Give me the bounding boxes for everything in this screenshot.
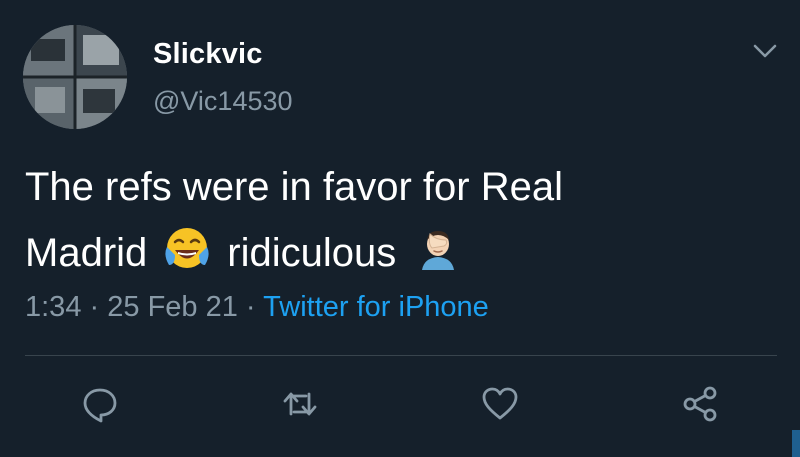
tweet-source-link[interactable]: Twitter for iPhone [263,291,489,323]
avatar-image [23,25,127,129]
reply-icon[interactable] [80,384,120,424]
tweet-meta: 1:34 · 25 Feb 21 · Twitter for iPhone [25,291,489,324]
share-icon[interactable] [680,384,720,424]
avatar[interactable] [23,25,127,129]
tweet-time: 1:34 [25,291,82,323]
heart-icon[interactable] [480,384,520,424]
tweet-date: 25 Feb 21 [107,291,238,323]
author-handle[interactable]: @Vic14530 [153,86,293,117]
meta-separator: · [245,291,256,323]
retweet-icon[interactable] [280,384,320,424]
scroll-edge-indicator [792,430,800,457]
author-name[interactable]: Slickvic [153,38,263,71]
divider [25,355,777,356]
tweet-card: Slickvic @Vic14530 The refs were in favo… [0,0,800,457]
tweet-text-line-1: The refs were in favor for Real [25,165,563,209]
person-facepalming-icon [418,226,458,280]
tweet-text-line-2: Madrid ridiculous [25,225,458,281]
face-with-tears-of-joy-icon [163,225,211,281]
chevron-down-icon[interactable] [752,42,778,60]
tweet-text-word-ridiculous: ridiculous [227,230,397,275]
tweet-text-word-madrid: Madrid [25,230,148,275]
meta-separator: · [89,291,100,323]
